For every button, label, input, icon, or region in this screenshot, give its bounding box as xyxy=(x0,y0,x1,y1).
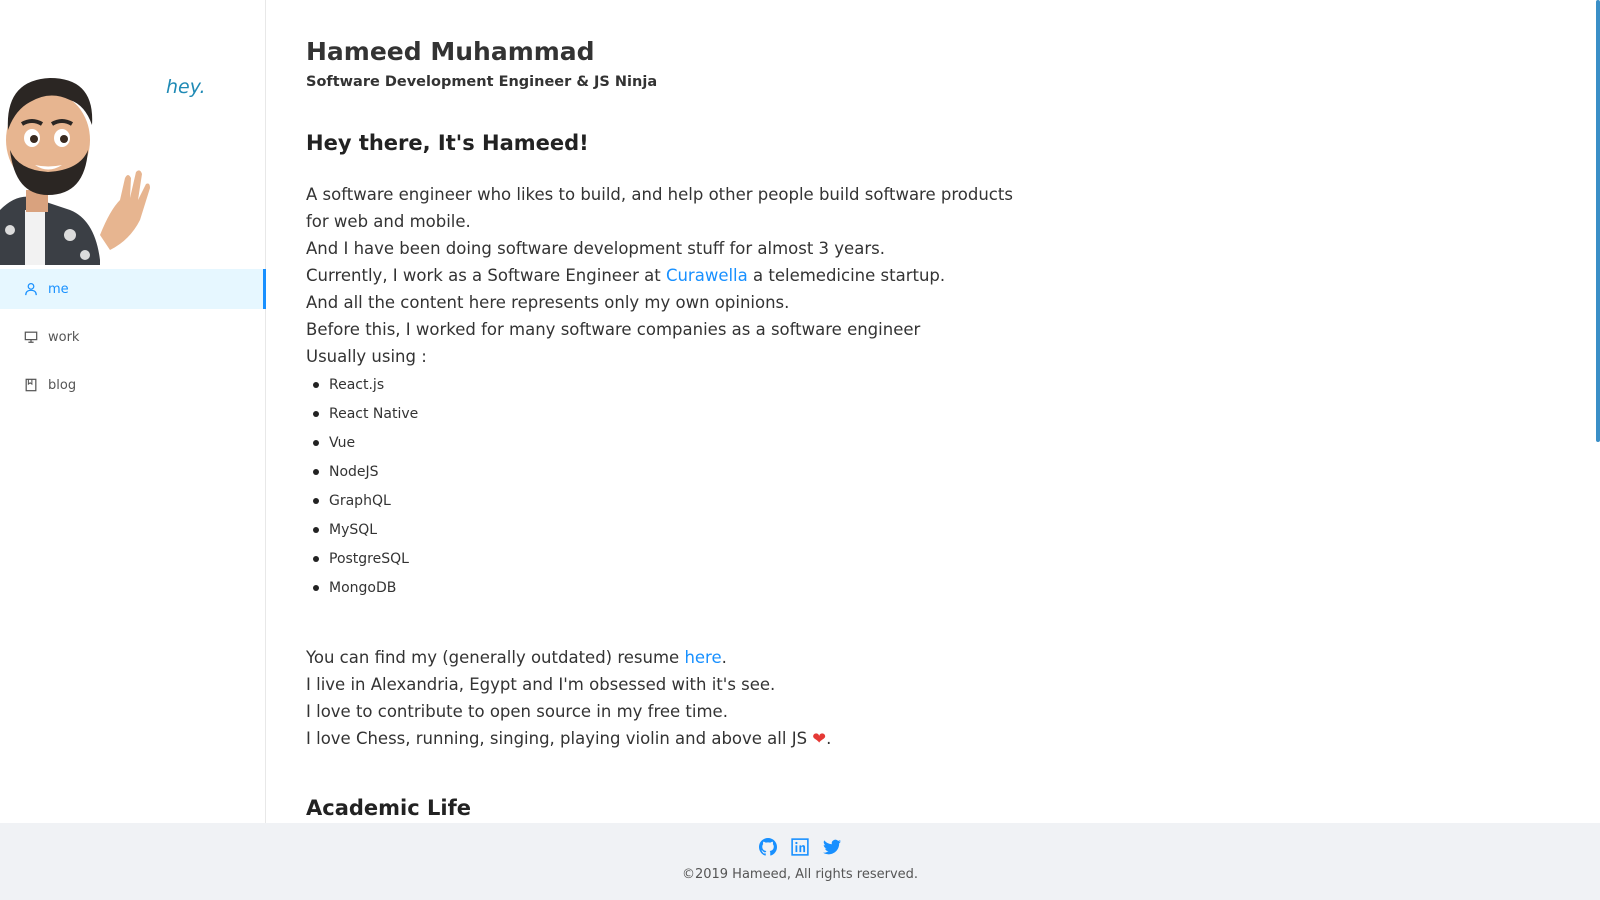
list-item: GraphQL xyxy=(306,490,418,519)
avatar xyxy=(0,60,150,265)
about-line: I live in Alexandria, Egypt and I'm obse… xyxy=(306,675,776,694)
page-title: Hameed Muhammad xyxy=(306,37,595,66)
about-text: . xyxy=(826,729,832,748)
about-text: . xyxy=(721,648,727,667)
about-line: You can find my (generally outdated) res… xyxy=(306,644,1026,671)
page-subtitle: Software Development Engineer & JS Ninja xyxy=(306,74,658,90)
social-links xyxy=(0,838,1600,856)
intro-text: Currently, I work as a Software Engineer… xyxy=(306,266,666,285)
avatar-illustration xyxy=(0,78,150,265)
scrollbar[interactable] xyxy=(1596,0,1600,442)
sidebar-item-work[interactable]: work xyxy=(0,317,266,357)
copyright-text: ©2019 Hameed, All rights reserved. xyxy=(681,867,919,882)
intro-line: And all the content here represents only… xyxy=(306,293,790,312)
intro-line: Usually using : xyxy=(306,347,427,366)
heart-icon: ❤ xyxy=(812,729,827,748)
intro-line: A software engineer who likes to build, … xyxy=(306,185,1013,231)
main-content: Hameed Muhammad Software Development Eng… xyxy=(306,0,1556,823)
about-line: I love Chess, running, singing, playing … xyxy=(306,725,1026,752)
hey-greeting: hey. xyxy=(166,76,206,98)
list-item: React Native xyxy=(306,403,418,432)
list-item: NodeJS xyxy=(306,461,418,490)
intro-paragraph: A software engineer who likes to build, … xyxy=(306,181,1026,370)
about-text: I love Chess, running, singing, playing … xyxy=(306,729,813,748)
about-text: You can find my (generally outdated) res… xyxy=(306,648,685,667)
sidebar: hey. me work blog xyxy=(0,0,266,823)
intro-line: Currently, I work as a Software Engineer… xyxy=(306,262,1026,289)
list-item: MongoDB xyxy=(306,577,418,606)
linkedin-icon[interactable] xyxy=(791,838,809,856)
sidebar-item-label: blog xyxy=(48,377,77,393)
intro-text: a telemedicine startup. xyxy=(747,266,946,285)
list-item: MySQL xyxy=(306,519,418,548)
academic-heading: Academic Life xyxy=(306,796,471,820)
intro-line: And I have been doing software developme… xyxy=(306,239,885,258)
book-icon xyxy=(24,378,38,392)
about-line: I love to contribute to open source in m… xyxy=(306,702,728,721)
twitter-icon[interactable] xyxy=(823,838,841,856)
footer: ©2019 Hameed, All rights reserved. xyxy=(0,823,1600,900)
curawella-link[interactable]: Curawella xyxy=(666,266,748,285)
about-paragraph: You can find my (generally outdated) res… xyxy=(306,644,1026,752)
list-item: React.js xyxy=(306,374,418,403)
desktop-icon xyxy=(24,330,38,344)
github-icon[interactable] xyxy=(759,838,777,856)
sidebar-item-label: me xyxy=(48,281,69,297)
resume-link[interactable]: here xyxy=(684,648,721,667)
intro-heading: Hey there, It's Hameed! xyxy=(306,131,589,155)
skills-list: React.js React Native Vue NodeJS GraphQL… xyxy=(306,374,418,606)
sidebar-item-blog[interactable]: blog xyxy=(0,365,266,405)
list-item: Vue xyxy=(306,432,418,461)
sidebar-item-me[interactable]: me xyxy=(0,269,266,309)
user-icon xyxy=(24,282,38,296)
sidebar-nav: me work blog xyxy=(0,269,266,413)
sidebar-item-label: work xyxy=(48,329,80,345)
list-item: PostgreSQL xyxy=(306,548,418,577)
intro-line: Before this, I worked for many software … xyxy=(306,320,921,339)
